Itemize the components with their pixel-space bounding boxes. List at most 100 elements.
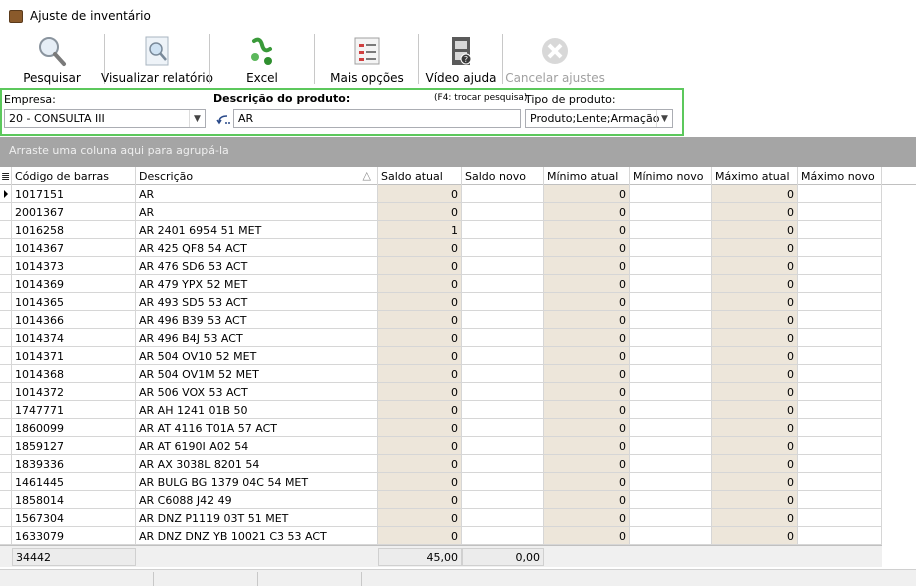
- cell-saldo-novo[interactable]: [462, 365, 544, 383]
- cell-minimo-novo[interactable]: [630, 491, 712, 509]
- row-indicator[interactable]: [0, 383, 12, 401]
- table-row[interactable]: 1839336 AR AX 3038L 8201 54 0 0 0: [0, 455, 882, 473]
- cell-maximo-novo[interactable]: [798, 311, 882, 329]
- cell-minimo-novo[interactable]: [630, 509, 712, 527]
- table-row[interactable]: 1859127 AR AT 6190I A02 54 0 0 0: [0, 437, 882, 455]
- row-indicator[interactable]: [0, 419, 12, 437]
- table-row[interactable]: 1016258 AR 2401 6954 51 MET 1 0 0: [0, 221, 882, 239]
- cell-saldo-novo[interactable]: [462, 275, 544, 293]
- cell-minimo-novo[interactable]: [630, 275, 712, 293]
- cell-saldo-novo[interactable]: [462, 347, 544, 365]
- cell-maximo-novo[interactable]: [798, 275, 882, 293]
- view-report-button[interactable]: Visualizar relatório: [101, 32, 213, 86]
- cell-minimo-novo[interactable]: [630, 473, 712, 491]
- descricao-input[interactable]: AR: [233, 109, 521, 128]
- excel-button[interactable]: Excel: [222, 32, 302, 86]
- column-chooser-icon[interactable]: ≣: [0, 167, 12, 185]
- cell-saldo-novo[interactable]: [462, 527, 544, 545]
- cell-minimo-novo[interactable]: [630, 419, 712, 437]
- cell-saldo-novo[interactable]: [462, 185, 544, 203]
- cell-minimo-novo[interactable]: [630, 203, 712, 221]
- cell-minimo-novo[interactable]: [630, 455, 712, 473]
- table-row[interactable]: 1014367 AR 425 QF8 54 ACT 0 0 0: [0, 239, 882, 257]
- cell-maximo-novo[interactable]: [798, 527, 882, 545]
- cell-saldo-novo[interactable]: [462, 203, 544, 221]
- row-indicator[interactable]: [0, 329, 12, 347]
- row-indicator[interactable]: [0, 455, 12, 473]
- cell-minimo-novo[interactable]: [630, 365, 712, 383]
- column-header-codigo[interactable]: Código de barras: [12, 167, 136, 185]
- column-header-minimo-atual[interactable]: Mínimo atual: [544, 167, 630, 185]
- cell-saldo-novo[interactable]: [462, 455, 544, 473]
- cell-saldo-novo[interactable]: [462, 491, 544, 509]
- column-header-maximo-novo[interactable]: Máximo novo: [798, 167, 882, 185]
- cell-maximo-novo[interactable]: [798, 365, 882, 383]
- row-indicator[interactable]: [0, 311, 12, 329]
- row-indicator[interactable]: [0, 257, 12, 275]
- cell-saldo-novo[interactable]: [462, 221, 544, 239]
- cell-maximo-novo[interactable]: [798, 185, 882, 203]
- cell-saldo-novo[interactable]: [462, 437, 544, 455]
- cell-maximo-novo[interactable]: [798, 419, 882, 437]
- cell-maximo-novo[interactable]: [798, 473, 882, 491]
- table-row[interactable]: 1860099 AR AT 4116 T01A 57 ACT 0 0 0: [0, 419, 882, 437]
- cell-saldo-novo[interactable]: [462, 473, 544, 491]
- cell-maximo-novo[interactable]: [798, 203, 882, 221]
- row-indicator[interactable]: [0, 401, 12, 419]
- current-row-indicator-icon[interactable]: [0, 185, 12, 203]
- row-indicator[interactable]: [0, 293, 12, 311]
- cell-minimo-novo[interactable]: [630, 311, 712, 329]
- row-indicator[interactable]: [0, 239, 12, 257]
- table-row[interactable]: 1461445 AR BULG BG 1379 04C 54 MET 0 0 0: [0, 473, 882, 491]
- cell-maximo-novo[interactable]: [798, 239, 882, 257]
- cell-minimo-novo[interactable]: [630, 527, 712, 545]
- table-row[interactable]: 1014372 AR 506 VOX 53 ACT 0 0 0: [0, 383, 882, 401]
- table-row[interactable]: 1014373 AR 476 SD6 53 ACT 0 0 0: [0, 257, 882, 275]
- cancel-adjustments-button[interactable]: Cancelar ajustes: [505, 32, 605, 86]
- toggle-search-icon[interactable]: [215, 112, 231, 128]
- cell-minimo-novo[interactable]: [630, 221, 712, 239]
- table-row[interactable]: 1014374 AR 496 B4J 53 ACT 0 0 0: [0, 329, 882, 347]
- row-indicator[interactable]: [0, 203, 12, 221]
- cell-maximo-novo[interactable]: [798, 455, 882, 473]
- empresa-select[interactable]: 20 - CONSULTA III ▼: [4, 109, 206, 128]
- cell-saldo-novo[interactable]: [462, 401, 544, 419]
- cell-maximo-novo[interactable]: [798, 347, 882, 365]
- cell-maximo-novo[interactable]: [798, 437, 882, 455]
- row-indicator[interactable]: [0, 221, 12, 239]
- cell-minimo-novo[interactable]: [630, 329, 712, 347]
- table-row[interactable]: 1567304 AR DNZ P1119 03T 51 MET 0 0 0: [0, 509, 882, 527]
- cell-minimo-novo[interactable]: [630, 383, 712, 401]
- table-row[interactable]: 1858014 AR C6088 J42 49 0 0 0: [0, 491, 882, 509]
- cell-maximo-novo[interactable]: [798, 221, 882, 239]
- column-header-saldo-atual[interactable]: Saldo atual: [378, 167, 462, 185]
- table-row[interactable]: 1014371 AR 504 OV10 52 MET 0 0 0: [0, 347, 882, 365]
- cell-saldo-novo[interactable]: [462, 293, 544, 311]
- cell-saldo-novo[interactable]: [462, 311, 544, 329]
- table-row[interactable]: 1747771 AR AH 1241 01B 50 0 0 0: [0, 401, 882, 419]
- tipo-select[interactable]: Produto;Lente;Armação ▼: [525, 109, 673, 128]
- cell-maximo-novo[interactable]: [798, 257, 882, 275]
- row-indicator[interactable]: [0, 527, 12, 545]
- cell-saldo-novo[interactable]: [462, 509, 544, 527]
- cell-saldo-novo[interactable]: [462, 419, 544, 437]
- row-indicator[interactable]: [0, 509, 12, 527]
- cell-minimo-novo[interactable]: [630, 401, 712, 419]
- cell-minimo-novo[interactable]: [630, 257, 712, 275]
- cell-minimo-novo[interactable]: [630, 185, 712, 203]
- cell-maximo-novo[interactable]: [798, 383, 882, 401]
- cell-saldo-novo[interactable]: [462, 239, 544, 257]
- group-by-panel[interactable]: Arraste uma coluna aqui para agrupá-la: [0, 137, 916, 167]
- table-row[interactable]: 2001367 AR 0 0 0: [0, 203, 882, 221]
- row-indicator[interactable]: [0, 473, 12, 491]
- video-help-button[interactable]: ? Vídeo ajuda: [424, 32, 498, 86]
- cell-maximo-novo[interactable]: [798, 491, 882, 509]
- table-row[interactable]: 1017151 AR 0 0 0: [0, 185, 882, 203]
- column-header-minimo-novo[interactable]: Mínimo novo: [630, 167, 712, 185]
- cell-minimo-novo[interactable]: [630, 293, 712, 311]
- cell-minimo-novo[interactable]: [630, 347, 712, 365]
- cell-minimo-novo[interactable]: [630, 437, 712, 455]
- table-row[interactable]: 1014368 AR 504 OV1M 52 MET 0 0 0: [0, 365, 882, 383]
- row-indicator[interactable]: [0, 437, 12, 455]
- cell-minimo-novo[interactable]: [630, 239, 712, 257]
